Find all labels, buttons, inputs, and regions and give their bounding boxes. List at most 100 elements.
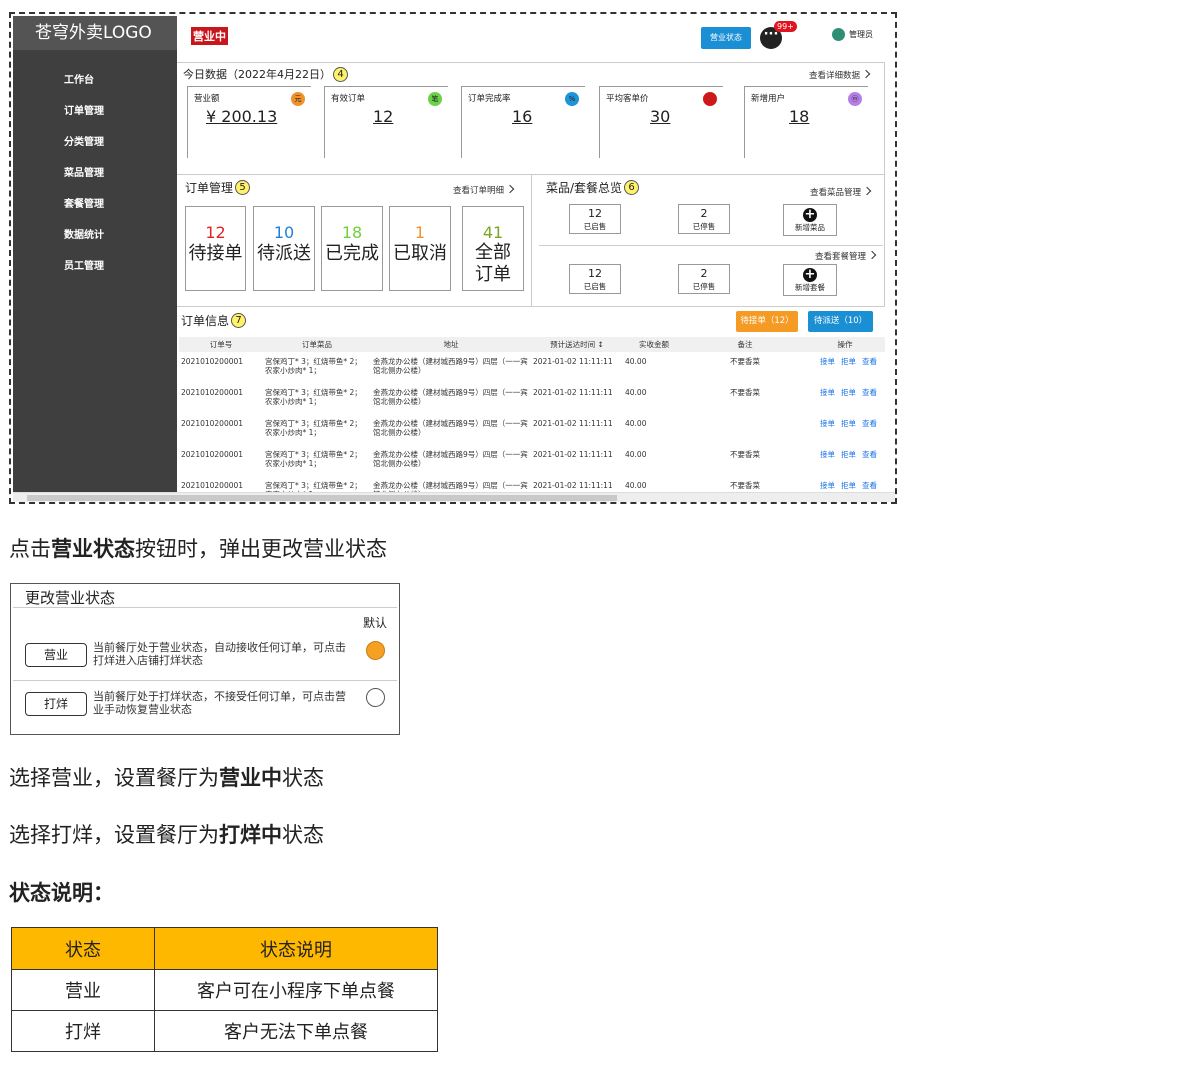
sidebar-item-statistics[interactable]: 数据统计	[13, 229, 177, 260]
open-business-radio[interactable]	[366, 641, 385, 660]
horizontal-scrollbar[interactable]	[13, 492, 895, 502]
plus-icon: +	[803, 267, 817, 282]
sidebar-item-employees[interactable]: 员工管理	[13, 260, 177, 291]
reject-order-link[interactable]: 拒单	[841, 481, 856, 490]
add-dish-button[interactable]: + 新增菜品	[783, 204, 837, 236]
sidebar-item-dishes[interactable]: 菜品管理	[13, 167, 177, 198]
order-box-cancelled[interactable]: 1 已取消	[389, 206, 451, 291]
table-row: 2021010200001 宫保鸡丁* 3；红烧带鱼* 2；农家小炒肉* 1； 金燕…	[179, 445, 885, 476]
scrollbar-thumb[interactable]	[27, 495, 617, 501]
accept-order-link[interactable]: 接单	[820, 481, 835, 490]
order-id-cell: 2021010200001	[181, 388, 244, 397]
sidebar-item-workbench[interactable]: 工作台	[13, 74, 177, 105]
reject-order-link[interactable]: 拒单	[841, 450, 856, 459]
order-box-pending[interactable]: 12 待接单	[185, 206, 246, 291]
column-header-status: 状态	[11, 927, 155, 970]
column-header-eta[interactable]: 预计送达时间 ↕	[531, 337, 623, 352]
stat-card-label: 有效订单	[331, 94, 366, 104]
dialog-title: 更改营业状态	[25, 589, 116, 607]
order-table-body: 2021010200001 宫保鸡丁* 3；红烧带鱼* 2；农家小炒肉* 1； 金燕…	[179, 352, 885, 502]
price-icon	[703, 92, 717, 106]
combo-off-sale[interactable]: 2 已停售	[678, 264, 730, 294]
order-box-label: 待接单	[188, 243, 243, 264]
p1-pre: 点击	[9, 537, 51, 561]
open-business-button[interactable]: 营业	[25, 643, 87, 667]
chevron-right-icon	[867, 250, 877, 260]
add-dish-label: 新增菜品	[795, 223, 825, 232]
business-status-button[interactable]: 营业状态	[701, 27, 751, 49]
close-business-button[interactable]: 打烊	[25, 692, 87, 716]
view-order-link[interactable]: 查看	[862, 450, 877, 459]
view-details-link-label: 查看详细数据	[809, 71, 861, 81]
stat-card-revenue: 营业额 元 ¥ 200.13	[187, 86, 311, 158]
amount-cell: 40.00	[625, 450, 647, 459]
order-id-cell: 2021010200001	[181, 450, 244, 459]
sidebar-item-combos[interactable]: 套餐管理	[13, 198, 177, 229]
eta-cell: 2021-01-02 11:11:11	[533, 450, 613, 459]
stat-card-avg-price: 平均客单价 30	[599, 86, 723, 158]
dish-on-sale[interactable]: 12 已启售	[569, 204, 621, 234]
view-order-link[interactable]: 查看	[862, 419, 877, 428]
note-cell: 不要香菜	[730, 357, 760, 366]
column-header-description: 状态说明	[154, 927, 438, 970]
view-combo-management-link[interactable]: 查看套餐管理	[815, 250, 877, 262]
column-header-note: 备注	[685, 337, 805, 352]
divider	[13, 607, 397, 608]
stat-card-label: 订单完成率	[468, 94, 511, 104]
address-cell: 金燕龙办公楼（建材城西路9号）四层（一一宾馆北侧办公楼）	[373, 357, 528, 375]
filter-to-deliver-button[interactable]: 待派送（10）	[808, 311, 873, 332]
add-combo-button[interactable]: + 新增套餐	[783, 264, 837, 296]
actions-cell: 接单 拒单 查看	[805, 352, 885, 383]
view-dish-management-link[interactable]: 查看菜品管理	[810, 186, 872, 198]
admin-name[interactable]: 管理员	[849, 29, 873, 40]
close-business-radio[interactable]	[366, 688, 385, 707]
message-count-badge: 99+	[774, 21, 797, 32]
dishes-cell: 宫保鸡丁* 3；红烧带鱼* 2；农家小炒肉* 1；	[265, 419, 362, 437]
table-row: 2021010200001 宫保鸡丁* 3；红烧带鱼* 2；农家小炒肉* 1； 金燕…	[179, 383, 885, 414]
stat-card-valid-orders: 有效订单 笔 12	[324, 86, 448, 158]
sidebar-item-categories[interactable]: 分类管理	[13, 136, 177, 167]
doc-heading-status: 状态说明：	[9, 881, 114, 905]
accept-order-link[interactable]: 接单	[820, 388, 835, 397]
note-cell: 不要香菜	[730, 450, 760, 459]
view-order-details-label: 查看订单明细	[453, 186, 505, 196]
combo-on-sale[interactable]: 12 已启售	[569, 264, 621, 294]
order-box-label: 已完成	[325, 243, 379, 264]
order-count: 1	[414, 223, 426, 242]
actions-cell: 接单 拒单 查看	[805, 414, 885, 445]
sidebar-nav: 工作台 订单管理 分类管理 菜品管理 套餐管理 数据统计 员工管理	[13, 50, 177, 291]
accept-order-link[interactable]: 接单	[820, 419, 835, 428]
stat-card-value: 18	[789, 107, 810, 126]
reject-order-link[interactable]: 拒单	[841, 357, 856, 366]
dish-off-sale[interactable]: 2 已停售	[678, 204, 730, 234]
filter-pending-button[interactable]: 待接单（12）	[736, 311, 798, 332]
view-order-details-link[interactable]: 查看订单明细	[453, 184, 515, 196]
p1-post: 按钮时，弹出更改营业状态	[135, 537, 387, 561]
dish-off-sale-count: 2	[700, 207, 708, 220]
view-order-link[interactable]: 查看	[862, 481, 877, 490]
view-dish-management-label: 查看菜品管理	[810, 188, 862, 198]
combo-on-sale-label: 已启售	[583, 282, 607, 291]
table-cell: 客户无法下单点餐	[154, 1010, 438, 1052]
table-cell: 客户可在小程序下单点餐	[154, 969, 438, 1011]
order-box-to-deliver[interactable]: 10 待派送	[253, 206, 315, 291]
table-cell: 打烊	[11, 1010, 155, 1052]
reject-order-link[interactable]: 拒单	[841, 419, 856, 428]
stat-card-new-users: 新增用户 ⓜ 18	[744, 86, 868, 158]
order-box-label: 已取消	[393, 243, 447, 264]
accept-order-link[interactable]: 接单	[820, 357, 835, 366]
dishes-cell: 宫保鸡丁* 3；红烧带鱼* 2；农家小炒肉* 1；	[265, 357, 362, 375]
yuan-icon: 元	[291, 92, 305, 106]
reject-order-link[interactable]: 拒单	[841, 388, 856, 397]
sidebar-item-orders[interactable]: 订单管理	[13, 105, 177, 136]
order-box-completed[interactable]: 18 已完成	[321, 206, 383, 291]
view-details-link[interactable]: 查看详细数据	[809, 69, 871, 81]
order-box-all[interactable]: 41 全部订单	[462, 206, 524, 291]
dish-on-sale-label: 已启售	[583, 222, 607, 231]
accept-order-link[interactable]: 接单	[820, 450, 835, 459]
view-order-link[interactable]: 查看	[862, 357, 877, 366]
amount-cell: 40.00	[625, 357, 647, 366]
avatar[interactable]	[832, 28, 845, 41]
table-row: 营业 客户可在小程序下单点餐	[11, 969, 438, 1011]
view-order-link[interactable]: 查看	[862, 388, 877, 397]
